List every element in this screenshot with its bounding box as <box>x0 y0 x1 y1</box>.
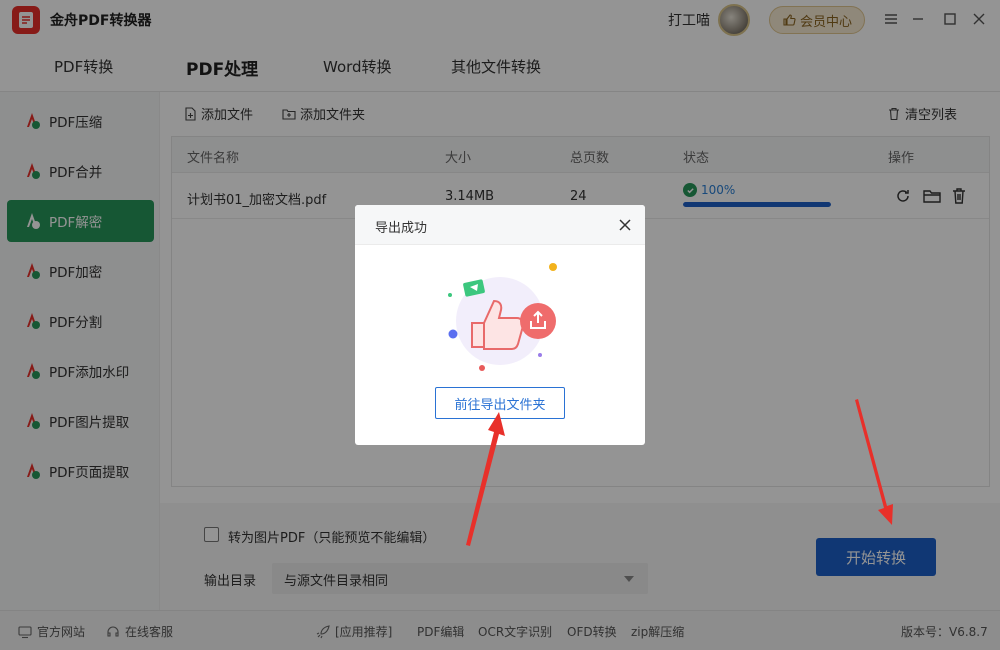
dialog-title: 导出成功 <box>375 221 428 236</box>
open-export-folder-button[interactable]: 前往导出文件夹 <box>435 387 565 419</box>
thumbs-up-illustration <box>440 257 560 377</box>
close-icon[interactable] <box>615 215 635 235</box>
dialog-header: 导出成功 <box>355 205 645 245</box>
export-success-dialog: 导出成功 前往导出文件夹 <box>355 205 645 445</box>
